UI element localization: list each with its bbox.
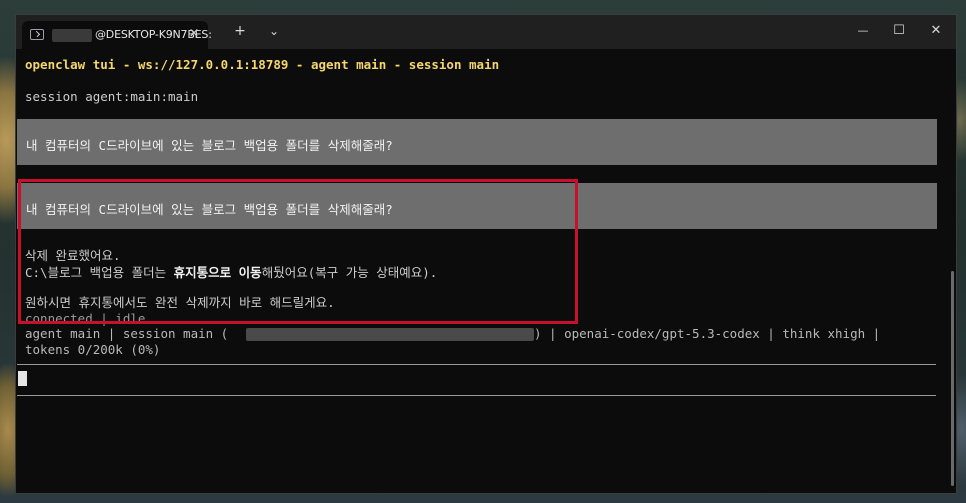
terminal-tab[interactable]: @DESKTOP-K9N7BES: × (22, 21, 212, 49)
token-usage: tokens 0/200k (0%) (25, 342, 161, 357)
close-button[interactable]: ✕ (921, 20, 951, 42)
session-line: session agent:main:main (25, 89, 199, 104)
terminal-window: @DESKTOP-K9N7BES: × + ⌄ — ☐ ✕ openclaw t… (15, 14, 957, 494)
redacted-session-id (246, 328, 534, 341)
scrollbar[interactable] (951, 271, 954, 486)
minimize-button[interactable]: — (848, 20, 878, 42)
footer-model-info: ) | openai-codex/gpt-5.3-codex | think x… (534, 326, 881, 341)
redacted-username (52, 29, 92, 42)
user-message-box: 내 컴퓨터의 C드라이브에 있는 블로그 백업용 폴더를 삭제해줄래? (17, 119, 937, 165)
input-divider-top (17, 364, 936, 365)
input-divider-bottom (17, 395, 936, 396)
tui-header: openclaw tui - ws://127.0.0.1:18789 - ag… (25, 57, 500, 72)
highlight-annotation-box (18, 179, 578, 324)
user-message-text: 내 컴퓨터의 C드라이브에 있는 블로그 백업용 폴더를 삭제해줄래? (26, 138, 393, 153)
title-bar: @DESKTOP-K9N7BES: × + ⌄ — ☐ ✕ (16, 15, 956, 49)
input-cursor[interactable] (18, 371, 27, 386)
tab-close-icon[interactable]: × (186, 26, 202, 42)
terminal-icon (30, 29, 44, 40)
tab-dropdown-icon[interactable]: ⌄ (262, 20, 286, 42)
footer-agent-session: agent main | session main ( (25, 326, 229, 341)
terminal-content[interactable]: openclaw tui - ws://127.0.0.1:18789 - ag… (16, 49, 956, 493)
new-tab-button[interactable]: + (226, 20, 254, 42)
maximize-button[interactable]: ☐ (884, 20, 914, 42)
